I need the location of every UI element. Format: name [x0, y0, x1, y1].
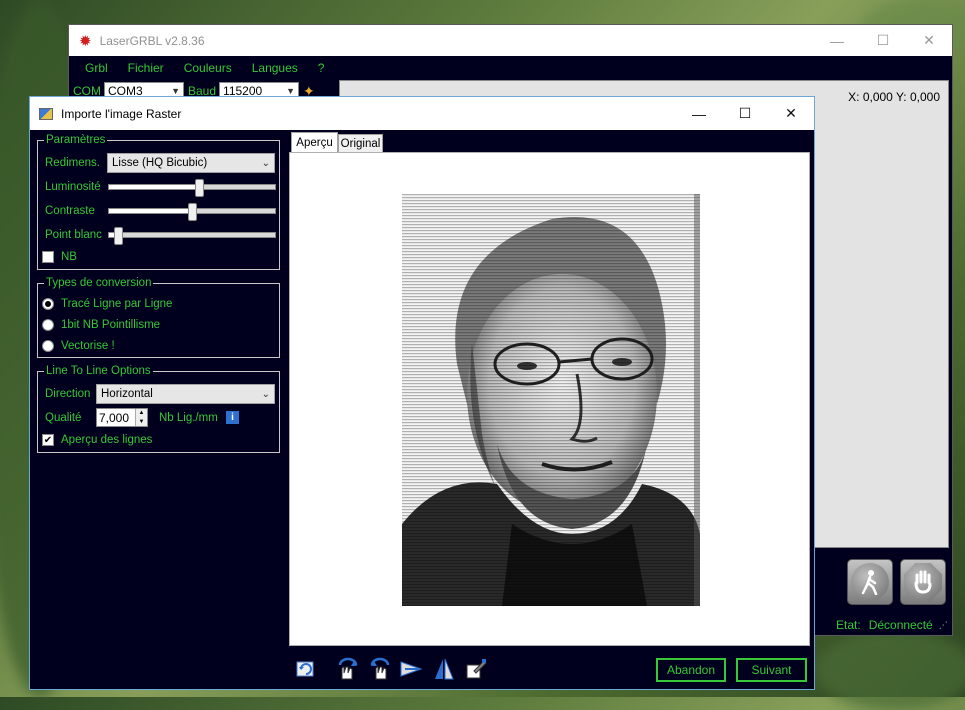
contrast-label: Contraste [45, 205, 95, 217]
resize-label: Redimens. [45, 157, 100, 169]
direction-select[interactable]: Horizontal ⌄ [96, 384, 275, 404]
menu-grbl[interactable]: Grbl [85, 61, 108, 75]
dialog-close-button[interactable]: ✕ [768, 97, 814, 130]
dithering-label: 1bit NB Pointillisme [61, 319, 161, 331]
main-titlebar: ✹ LaserGRBL v2.8.36 — ☐ ✕ [69, 25, 952, 56]
next-button-label: Suivant [751, 663, 792, 677]
status-bar: Etat: Déconnecté ⋰ [814, 615, 950, 635]
tab-preview-label: Aperçu [296, 136, 333, 149]
tab-original[interactable]: Original [338, 134, 383, 152]
status-value: Déconnecté [868, 618, 933, 632]
radio-line-by-line[interactable] [42, 298, 54, 310]
dialog-title: Importe l'image Raster [61, 106, 182, 121]
stop-hand-icon [904, 563, 942, 601]
portrait-preview-image [402, 194, 700, 606]
status-label: Etat: [836, 618, 861, 632]
main-menubar: Grbl Fichier Couleurs Langues ? [69, 56, 952, 80]
radio-dot [45, 301, 51, 307]
import-raster-dialog: Importe l'image Raster — ☐ ✕ Paramètres … [29, 96, 815, 690]
resize-grip-icon[interactable]: ⋰ [939, 620, 948, 631]
whitepoint-label: Point blanc [45, 229, 102, 241]
minimize-button[interactable]: — [814, 25, 860, 56]
direction-label: Direction [45, 388, 91, 400]
image-tools-toolbar [292, 655, 494, 683]
cancel-button[interactable]: Abandon [656, 658, 726, 682]
close-button[interactable]: ✕ [906, 25, 952, 56]
line-by-line-label: Tracé Ligne par Ligne [61, 298, 173, 310]
chevron-down-icon: ▼ [171, 86, 180, 96]
stepper-arrows[interactable]: ▲ ▼ [135, 409, 147, 426]
bw-checkbox[interactable] [42, 251, 54, 263]
crop-picker-icon[interactable] [462, 656, 490, 682]
maximize-button[interactable]: ☐ [860, 25, 906, 56]
slider-thumb[interactable] [195, 179, 204, 197]
resize-select[interactable]: Lisse (HQ Bicubic) ⌄ [107, 153, 275, 173]
contrast-slider[interactable] [108, 203, 276, 221]
direction-value: Horizontal [101, 388, 153, 400]
quality-unit-label: Nb Lig./mm [159, 412, 218, 424]
chevron-down-icon: ⌄ [261, 157, 270, 169]
jog-controls [814, 555, 950, 611]
menu-couleurs[interactable]: Couleurs [184, 61, 232, 75]
flip-horizontal-icon[interactable] [398, 656, 426, 682]
main-window-title: LaserGRBL v2.8.36 [99, 33, 205, 48]
slider-fill [108, 184, 199, 190]
quality-value: 7,000 [99, 410, 130, 425]
menu-langues[interactable]: Langues [252, 61, 298, 75]
slider-thumb[interactable] [188, 203, 197, 221]
radio-vectorize[interactable] [42, 340, 54, 352]
reload-icon[interactable] [292, 656, 320, 682]
brightness-slider[interactable] [108, 179, 276, 197]
laser-leaf-icon: ✹ [79, 32, 92, 50]
rotate-ccw-icon[interactable] [366, 656, 394, 682]
quality-stepper[interactable]: 7,000 ▲ ▼ [96, 408, 148, 427]
flip-vertical-icon[interactable] [430, 656, 458, 682]
walking-person-icon [851, 563, 889, 601]
chevron-down-icon: ▼ [286, 86, 296, 96]
line-options-legend: Line To Line Options [46, 365, 151, 377]
rotate-cw-icon[interactable] [334, 656, 362, 682]
info-icon[interactable]: i [226, 411, 239, 424]
menu-fichier[interactable]: Fichier [128, 61, 164, 75]
dialog-minimize-button[interactable]: — [676, 97, 722, 130]
slider-fill [108, 208, 192, 214]
background-foliage [815, 630, 965, 710]
cancel-button-label: Abandon [666, 663, 716, 677]
slider-track [108, 232, 276, 238]
parameters-legend: Paramètres [46, 134, 106, 146]
brightness-label: Luminosité [45, 181, 101, 193]
coordinates-readout: X: 0,000 Y: 0,000 [848, 90, 940, 104]
vectorize-label: Vectorise ! [61, 340, 115, 352]
bw-label: NB [61, 251, 77, 263]
whitepoint-slider[interactable] [108, 227, 276, 245]
next-button[interactable]: Suivant [736, 658, 807, 682]
radio-dithering[interactable] [42, 319, 54, 331]
preview-lines-label: Aperçu des lignes [61, 434, 153, 446]
dialog-titlebar: Importe l'image Raster — ☐ ✕ [30, 97, 814, 130]
menu-help[interactable]: ? [318, 61, 325, 75]
chevron-down-icon: ⌄ [261, 388, 270, 400]
dialog-maximize-button[interactable]: ☐ [722, 97, 768, 130]
slider-thumb[interactable] [114, 227, 123, 245]
conversion-types-legend: Types de conversion [46, 277, 152, 289]
preview-panel [289, 152, 810, 646]
quality-label: Qualité [45, 412, 82, 424]
stop-button[interactable] [900, 559, 946, 605]
tab-preview[interactable]: Aperçu [291, 132, 338, 152]
image-icon [39, 107, 53, 120]
resize-value: Lisse (HQ Bicubic) [112, 157, 208, 169]
walk-button[interactable] [847, 559, 893, 605]
tab-original-label: Original [340, 137, 381, 150]
preview-lines-checkbox[interactable]: ✔ [42, 434, 54, 446]
